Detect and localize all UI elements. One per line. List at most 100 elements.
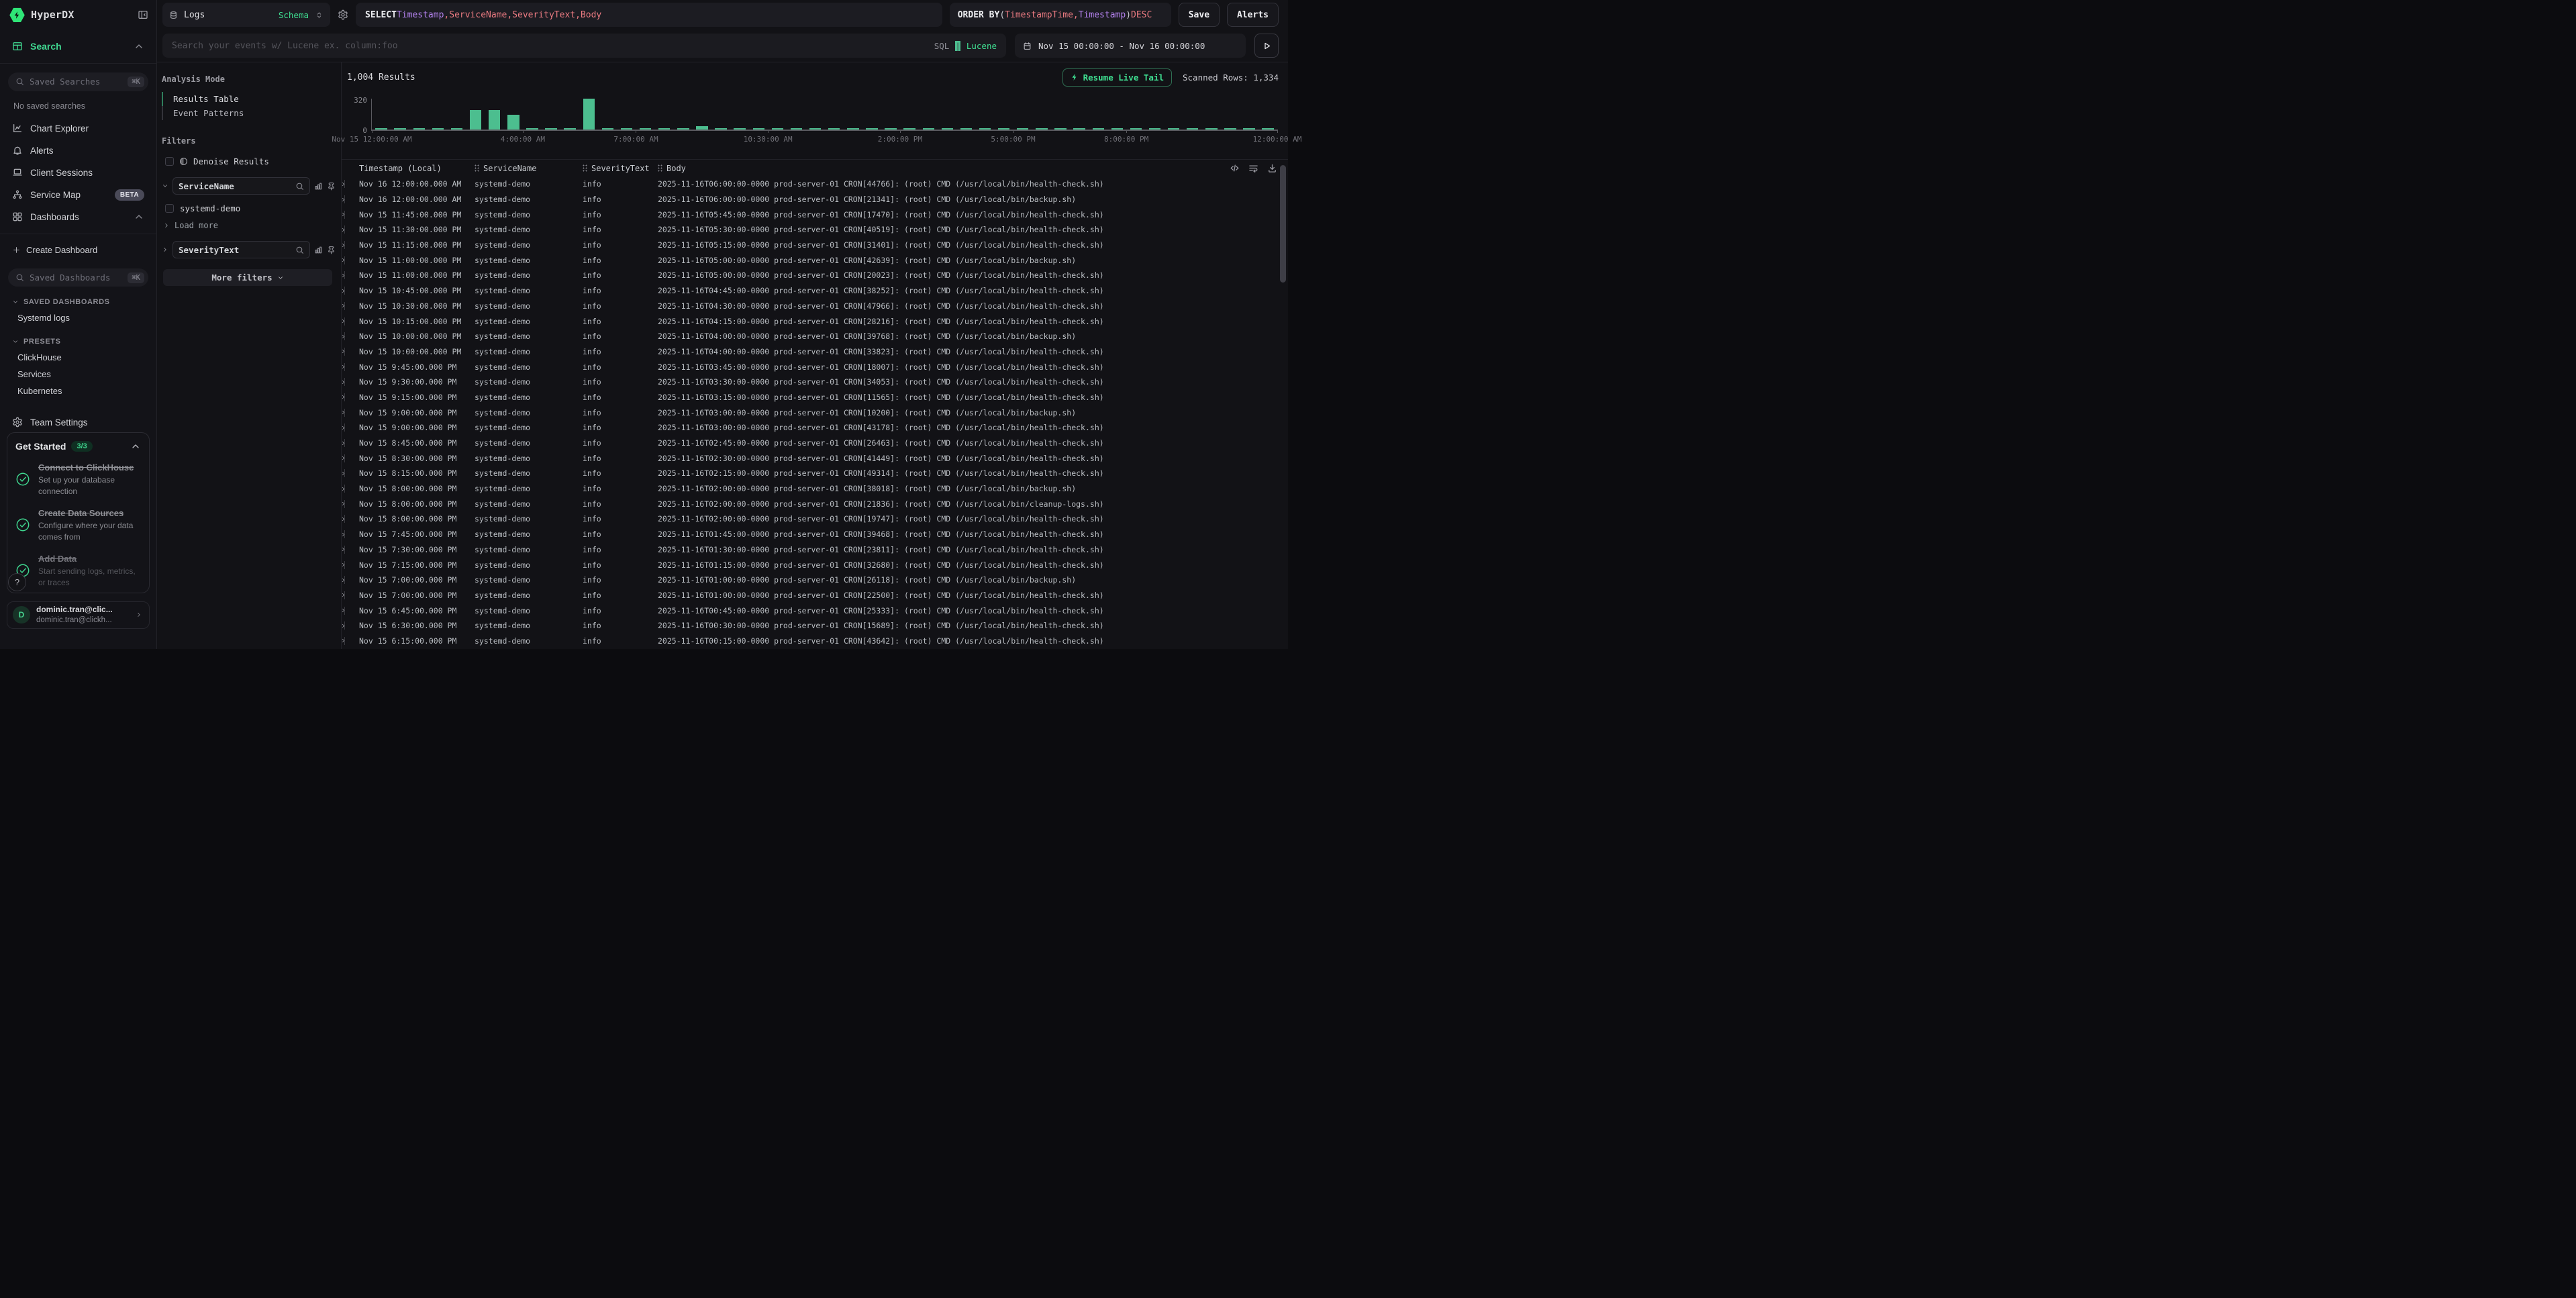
drag-handle-icon[interactable] bbox=[475, 164, 479, 172]
table-row[interactable]: Nov 15 11:00:00.000 PMsystemd-demoinfo20… bbox=[342, 268, 1288, 283]
get-started-item-create-data-sources[interactable]: Create Data SourcesConfigure where your … bbox=[15, 507, 141, 543]
wrap-text-icon[interactable] bbox=[1248, 163, 1258, 173]
source-selector[interactable]: Logs Schema bbox=[162, 3, 330, 27]
get-started-header[interactable]: Get Started 3/3 bbox=[15, 441, 141, 452]
sidebar-item-systemd-logs[interactable]: Systemd logs bbox=[7, 309, 150, 326]
more-filters-button[interactable]: More filters bbox=[163, 269, 332, 286]
table-row[interactable]: Nov 15 10:45:00.000 PMsystemd-demoinfo20… bbox=[342, 283, 1288, 299]
section-header-presets[interactable]: PRESETS bbox=[7, 334, 150, 349]
chevron-right-icon[interactable] bbox=[162, 246, 168, 253]
table-row[interactable]: Nov 15 10:15:00.000 PMsystemd-demoinfo20… bbox=[342, 313, 1288, 329]
table-row[interactable]: Nov 15 6:45:00.000 PMsystemd-demoinfo202… bbox=[342, 603, 1288, 618]
table-row[interactable]: Nov 15 8:00:00.000 PMsystemd-demoinfo202… bbox=[342, 496, 1288, 511]
save-button[interactable]: Save bbox=[1179, 3, 1220, 27]
get-started-item-add-data[interactable]: Add DataStart sending logs, metrics, or … bbox=[15, 553, 141, 589]
table-row[interactable]: Nov 15 11:15:00.000 PMsystemd-demoinfo20… bbox=[342, 238, 1288, 253]
chevron-up-icon[interactable] bbox=[130, 441, 141, 452]
table-scrollbar[interactable] bbox=[1280, 165, 1286, 283]
table-row[interactable]: Nov 15 7:30:00.000 PMsystemd-demoinfo202… bbox=[342, 542, 1288, 558]
alerts-button[interactable]: Alerts bbox=[1227, 3, 1279, 27]
column-header-servicename[interactable]: ServiceName bbox=[475, 164, 583, 173]
get-started-item-connect-to-clickhouse[interactable]: Connect to ClickHouseSet up your databas… bbox=[15, 462, 141, 497]
table-row[interactable]: Nov 15 10:30:00.000 PMsystemd-demoinfo20… bbox=[342, 299, 1288, 314]
source-settings-gear-icon[interactable] bbox=[338, 9, 348, 20]
table-row[interactable]: Nov 15 6:30:00.000 PMsystemd-demoinfo202… bbox=[342, 618, 1288, 634]
pin-icon[interactable] bbox=[327, 246, 336, 254]
table-row[interactable]: Nov 15 7:45:00.000 PMsystemd-demoinfo202… bbox=[342, 527, 1288, 542]
table-row[interactable]: Nov 15 9:00:00.000 PMsystemd-demoinfo202… bbox=[342, 405, 1288, 420]
search-icon[interactable] bbox=[295, 246, 304, 254]
chevron-up-icon[interactable] bbox=[134, 211, 144, 222]
user-card[interactable]: D dominic.tran@clic... dominic.tran@clic… bbox=[7, 601, 150, 629]
table-row[interactable]: Nov 15 7:15:00.000 PMsystemd-demoinfo202… bbox=[342, 557, 1288, 572]
table-row[interactable]: Nov 15 6:15:00.000 PMsystemd-demoinfo202… bbox=[342, 634, 1288, 649]
table-row[interactable]: Nov 15 8:15:00.000 PMsystemd-demoinfo202… bbox=[342, 466, 1288, 481]
column-header-body[interactable]: Body bbox=[658, 164, 1228, 173]
table-row[interactable]: Nov 15 8:00:00.000 PMsystemd-demoinfo202… bbox=[342, 481, 1288, 497]
run-query-button[interactable] bbox=[1254, 34, 1279, 58]
filter-group-servicename[interactable]: ServiceName bbox=[162, 177, 336, 195]
analysis-mode-event-patterns[interactable]: Event Patterns bbox=[173, 106, 336, 120]
date-range-picker[interactable]: Nov 15 00:00:00 - Nov 16 00:00:00 bbox=[1015, 34, 1246, 58]
help-button[interactable]: ? bbox=[8, 573, 26, 591]
table-row[interactable]: Nov 15 9:15:00.000 PMsystemd-demoinfo202… bbox=[342, 390, 1288, 405]
denoise-results-toggle[interactable]: Denoise Results bbox=[162, 156, 336, 166]
sidebar-collapse-icon[interactable] bbox=[138, 9, 148, 20]
saved-searches-input[interactable]: Saved Searches ⌘K bbox=[8, 72, 148, 91]
sidebar-item-search[interactable]: Search bbox=[7, 36, 150, 56]
analysis-mode-results-table[interactable]: Results Table bbox=[173, 92, 336, 106]
create-dashboard-button[interactable]: Create Dashboard bbox=[7, 241, 150, 260]
event-search-input[interactable]: Search your events w/ Lucene ex. column:… bbox=[162, 34, 1006, 58]
sidebar-item-chart-explorer[interactable]: Chart Explorer bbox=[7, 119, 150, 138]
sidebar-item-team-settings[interactable]: Team Settings bbox=[7, 413, 150, 432]
table-row[interactable]: Nov 15 9:30:00.000 PMsystemd-demoinfo202… bbox=[342, 375, 1288, 390]
search-icon[interactable] bbox=[295, 182, 304, 191]
table-row[interactable]: Nov 15 8:30:00.000 PMsystemd-demoinfo202… bbox=[342, 450, 1288, 466]
checkbox[interactable] bbox=[165, 204, 174, 213]
lucene-toggle[interactable]: Lucene bbox=[967, 41, 997, 51]
table-row[interactable]: Nov 15 11:00:00.000 PMsystemd-demoinfo20… bbox=[342, 252, 1288, 268]
table-row[interactable]: Nov 15 10:00:00.000 PMsystemd-demoinfo20… bbox=[342, 329, 1288, 344]
filter-group-severitytext[interactable]: SeverityText bbox=[162, 241, 336, 258]
table-row[interactable]: Nov 15 11:30:00.000 PMsystemd-demoinfo20… bbox=[342, 222, 1288, 238]
filter-value-systemd-demo[interactable]: systemd-demo bbox=[165, 203, 336, 213]
table-row[interactable]: Nov 15 8:45:00.000 PMsystemd-demoinfo202… bbox=[342, 436, 1288, 451]
table-row[interactable]: Nov 15 9:45:00.000 PMsystemd-demoinfo202… bbox=[342, 359, 1288, 375]
saved-dashboards-input[interactable]: Saved Dashboards ⌘K bbox=[8, 268, 148, 287]
filter-group-pill[interactable]: ServiceName bbox=[172, 177, 310, 195]
sidebar-item-dashboards[interactable]: Dashboards bbox=[7, 207, 150, 227]
drag-handle-icon[interactable] bbox=[583, 164, 587, 172]
chart-values-icon[interactable] bbox=[314, 246, 323, 254]
table-row[interactable]: Nov 15 8:00:00.000 PMsystemd-demoinfo202… bbox=[342, 511, 1288, 527]
brand[interactable]: HyperDX bbox=[9, 7, 75, 23]
column-header-severitytext[interactable]: SeverityText bbox=[583, 164, 658, 173]
sql-toggle[interactable]: SQL bbox=[934, 41, 950, 51]
select-query-input[interactable]: SELECT Timestamp,ServiceName,SeverityTex… bbox=[356, 3, 942, 27]
table-row[interactable]: Nov 15 11:45:00.000 PMsystemd-demoinfo20… bbox=[342, 207, 1288, 222]
drag-handle-icon[interactable] bbox=[658, 164, 662, 172]
table-row[interactable]: Nov 15 7:00:00.000 PMsystemd-demoinfo202… bbox=[342, 588, 1288, 603]
table-row[interactable]: Nov 15 9:00:00.000 PMsystemd-demoinfo202… bbox=[342, 420, 1288, 436]
sidebar-item-client-sessions[interactable]: Client Sessions bbox=[7, 163, 150, 183]
sidebar-item-kubernetes[interactable]: Kubernetes bbox=[7, 383, 150, 399]
download-icon[interactable] bbox=[1267, 163, 1277, 173]
table-row[interactable]: Nov 16 12:00:00.000 AMsystemd-demoinfo20… bbox=[342, 192, 1288, 207]
load-more-button[interactable]: Load more bbox=[162, 221, 336, 230]
order-by-input[interactable]: ORDER BY (TimestampTime, Timestamp) DESC bbox=[950, 3, 1171, 27]
section-header-saved-dashboards[interactable]: SAVED DASHBOARDS bbox=[7, 295, 150, 309]
column-header-timestamp[interactable]: Timestamp (Local) bbox=[359, 164, 475, 173]
table-row[interactable]: Nov 15 7:00:00.000 PMsystemd-demoinfo202… bbox=[342, 572, 1288, 588]
denoise-checkbox[interactable] bbox=[165, 157, 174, 166]
chart-values-icon[interactable] bbox=[314, 182, 323, 191]
sidebar-item-service-map[interactable]: Service MapBETA bbox=[7, 185, 150, 205]
filter-group-pill[interactable]: SeverityText bbox=[172, 241, 310, 258]
sidebar-item-clickhouse[interactable]: ClickHouse bbox=[7, 349, 150, 366]
sidebar-item-alerts[interactable]: Alerts bbox=[7, 141, 150, 160]
code-view-icon[interactable] bbox=[1230, 163, 1240, 173]
pin-icon[interactable] bbox=[327, 182, 336, 191]
table-row[interactable]: Nov 15 10:00:00.000 PMsystemd-demoinfo20… bbox=[342, 344, 1288, 360]
resume-live-tail-button[interactable]: Resume Live Tail bbox=[1062, 68, 1172, 87]
chevron-down-icon[interactable] bbox=[162, 183, 168, 189]
chevron-up-icon[interactable] bbox=[134, 41, 144, 52]
table-row[interactable]: Nov 16 12:00:00.000 AMsystemd-demoinfo20… bbox=[342, 177, 1288, 192]
